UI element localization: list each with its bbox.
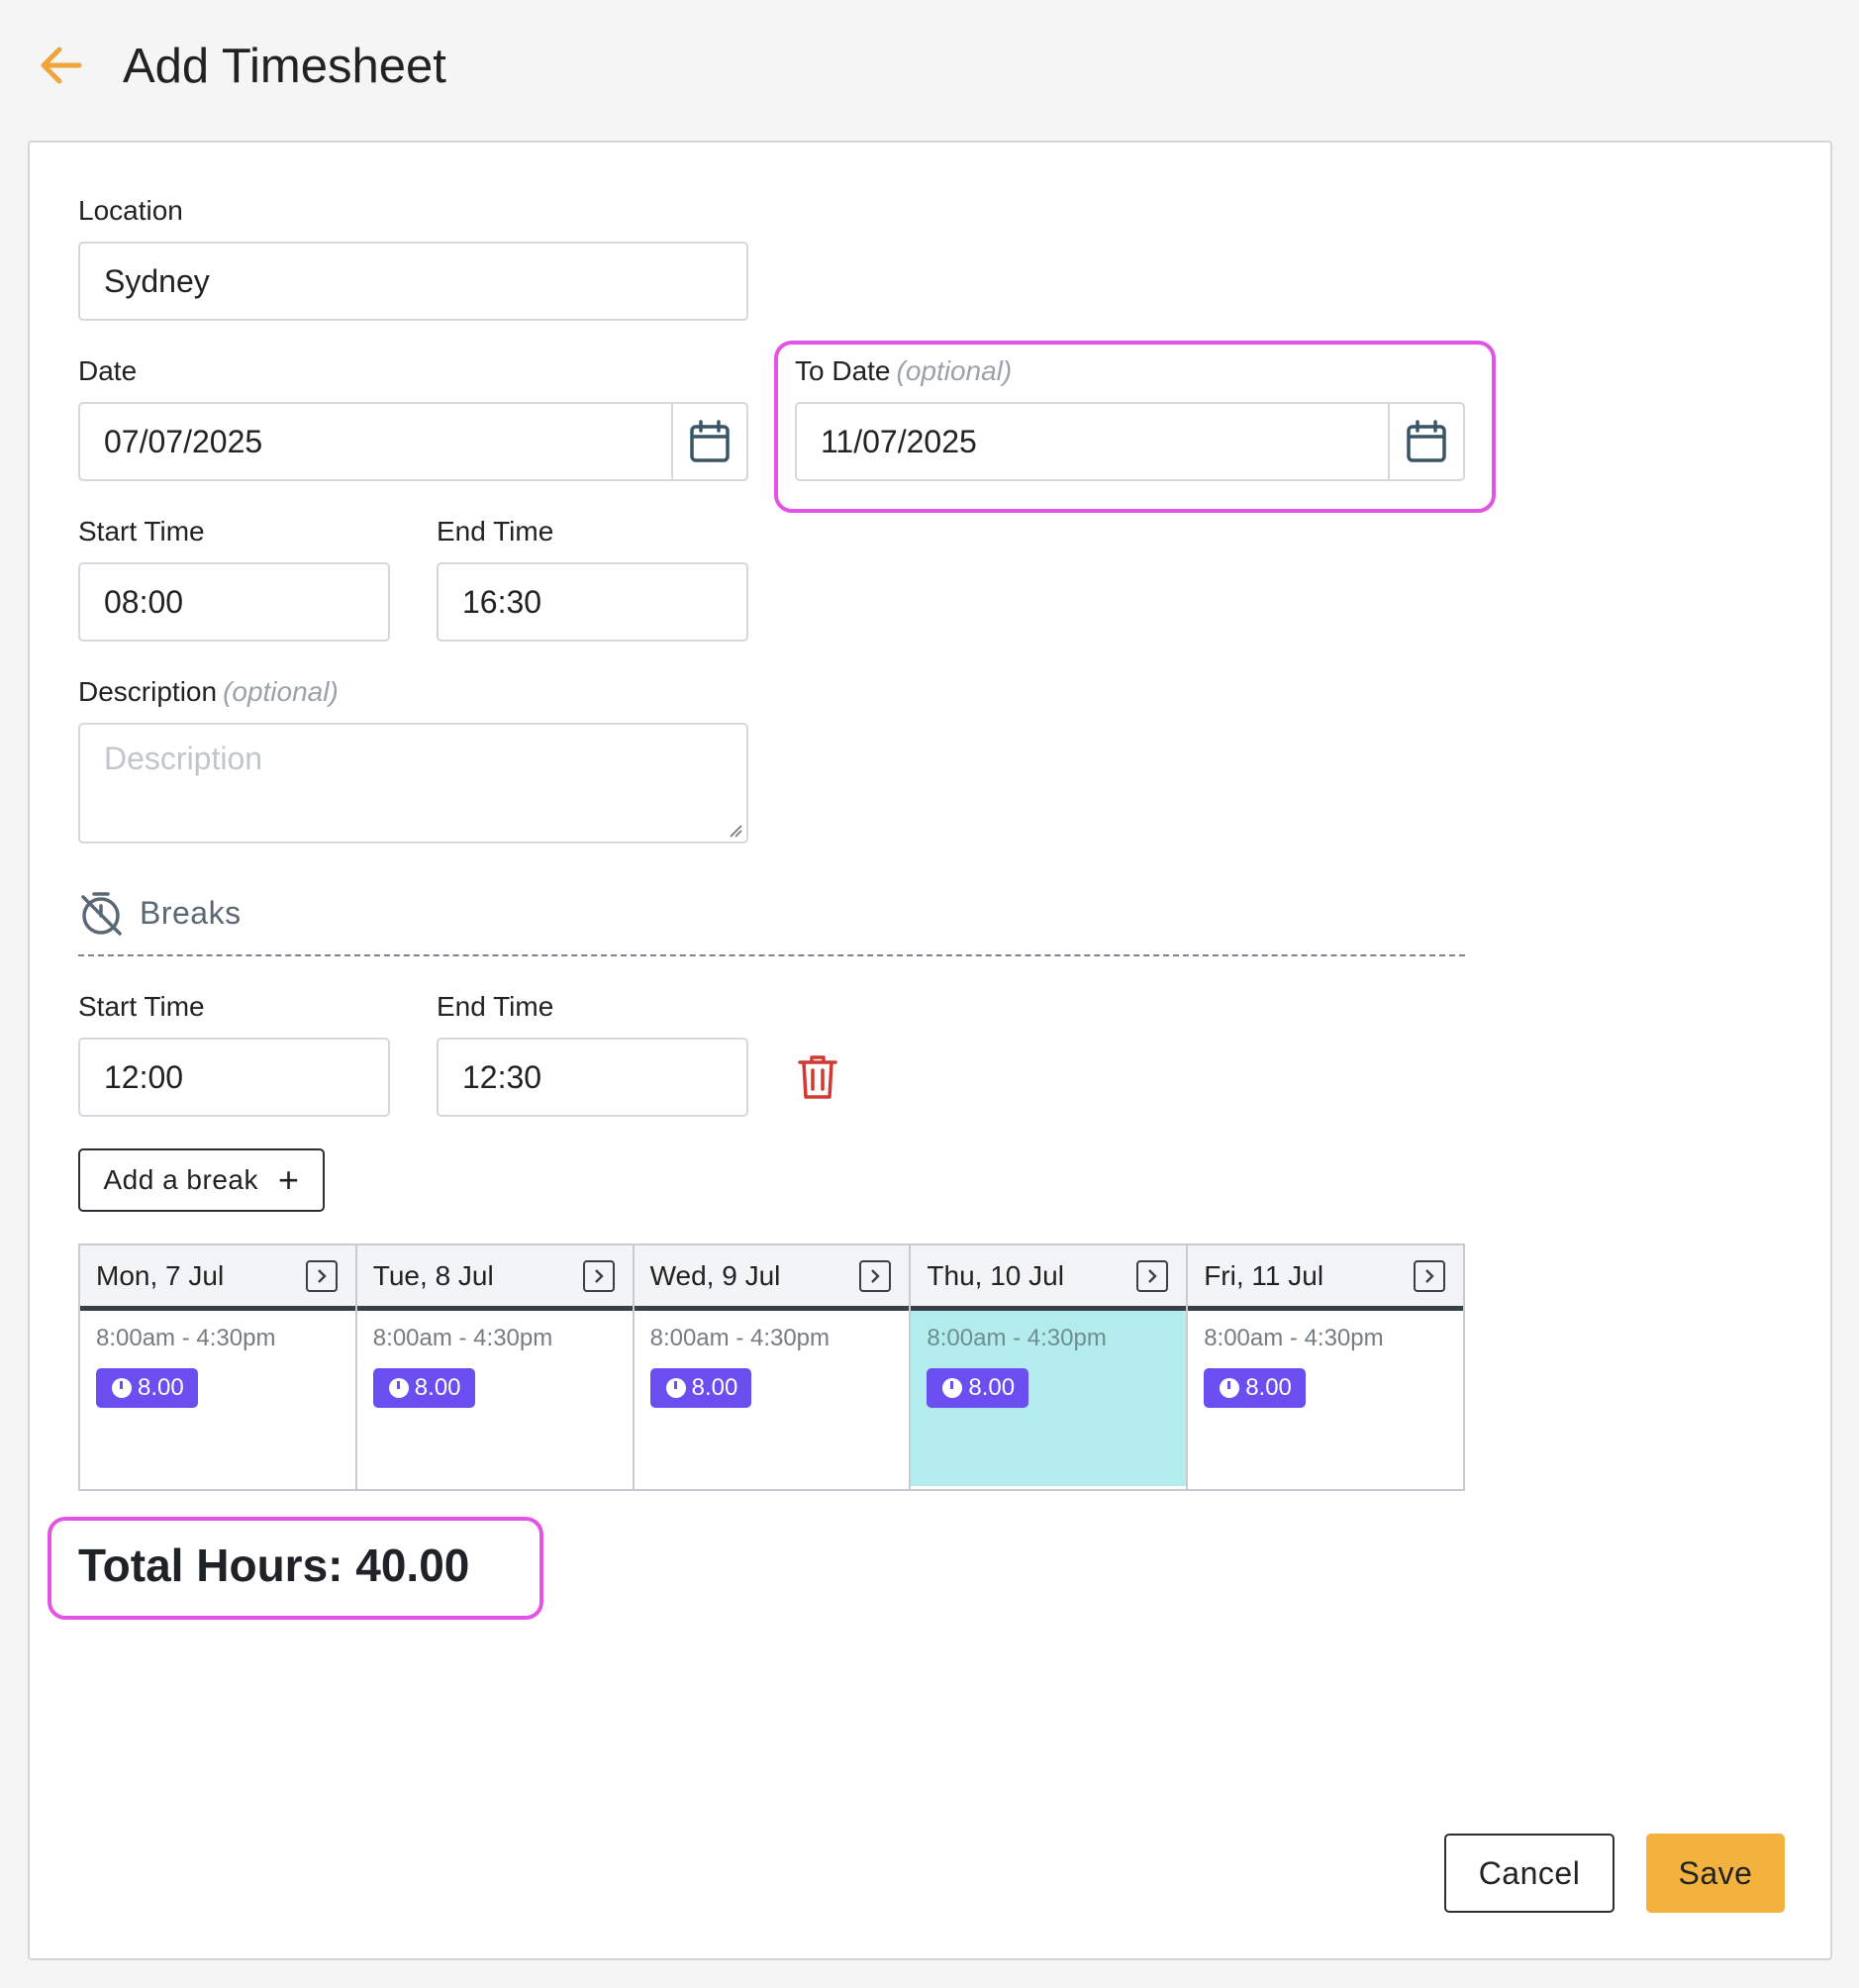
- clock-icon: [942, 1378, 963, 1398]
- to-date-field[interactable]: 11/07/2025: [795, 402, 1465, 481]
- breaks-title: Breaks: [140, 895, 242, 931]
- hours-value: 8.00: [414, 1374, 461, 1401]
- break-end-label: End Time: [437, 991, 554, 1022]
- description-optional: (optional): [223, 676, 339, 707]
- timer-off-icon: [81, 892, 122, 936]
- day-column[interactable]: Fri, 11 Jul 8:00am - 4:30pm 8.00: [1188, 1245, 1463, 1489]
- plus-icon: +: [277, 1159, 300, 1200]
- date-value: 07/07/2025: [104, 423, 263, 459]
- resize-handle-icon[interactable]: [729, 824, 742, 838]
- hours-value: 8.00: [138, 1374, 184, 1401]
- total-hours: Total Hours: 40.00: [78, 1540, 470, 1591]
- description-textarea[interactable]: Description: [78, 723, 748, 844]
- shift-time: 8:00am - 4:30pm: [1204, 1325, 1384, 1351]
- date-field[interactable]: 07/07/2025: [78, 402, 748, 481]
- add-break-label: Add a break: [103, 1164, 258, 1195]
- clock-icon: [112, 1378, 132, 1398]
- hours-value: 8.00: [1245, 1374, 1292, 1401]
- day-name: Thu, 10 Jul: [927, 1259, 1064, 1291]
- start-time-label: Start Time: [78, 516, 205, 547]
- day-name: Tue, 8 Jul: [372, 1259, 494, 1291]
- end-time-label: End Time: [437, 516, 554, 547]
- hours-badge[interactable]: 8.00: [96, 1368, 198, 1408]
- shift-time: 8:00am - 4:30pm: [372, 1325, 553, 1351]
- breaks-divider: [78, 954, 1465, 956]
- description-label-text: Description: [78, 676, 218, 707]
- clock-icon: [1220, 1378, 1240, 1398]
- to-date-label: To Date (optional): [795, 354, 1012, 388]
- hours-badge[interactable]: 8.00: [372, 1368, 475, 1408]
- calendar-icon: [1407, 420, 1446, 462]
- to-date-calendar-button[interactable]: [1388, 404, 1463, 479]
- chevron-right-icon[interactable]: [1413, 1259, 1445, 1292]
- week-calendar: Mon, 7 Jul 8:00am - 4:30pm 8.00 Tue, 8 J…: [78, 1243, 1465, 1491]
- chevron-right-icon[interactable]: [582, 1259, 615, 1292]
- hours-badge[interactable]: 8.00: [649, 1368, 752, 1408]
- break-end-field[interactable]: 12:30: [437, 1038, 748, 1117]
- cancel-button[interactable]: Cancel: [1444, 1834, 1614, 1913]
- chevron-right-icon[interactable]: [859, 1259, 892, 1292]
- hours-value: 8.00: [968, 1374, 1016, 1401]
- end-time-value: 16:30: [462, 583, 542, 620]
- shift-time: 8:00am - 4:30pm: [649, 1325, 831, 1351]
- start-time-field[interactable]: 08:00: [78, 562, 390, 642]
- calendar-icon: [690, 420, 730, 462]
- hours-value: 8.00: [691, 1374, 738, 1401]
- to-date-optional: (optional): [896, 355, 1013, 386]
- location-label: Location: [78, 195, 183, 226]
- clock-icon: [665, 1378, 686, 1398]
- arrow-left-icon[interactable]: [36, 40, 87, 91]
- day-column[interactable]: Tue, 8 Jul 8:00am - 4:30pm 8.00: [356, 1245, 635, 1489]
- chevron-right-icon[interactable]: [305, 1259, 338, 1292]
- chevron-right-icon[interactable]: [1136, 1259, 1169, 1292]
- save-button[interactable]: Save: [1646, 1834, 1785, 1913]
- timesheet-form-card: Location Sydney Date 07/07/2025 To Date(…: [28, 141, 1832, 1960]
- hours-badge[interactable]: 8.00: [1204, 1368, 1306, 1408]
- page-header: Add Timesheet: [0, 0, 1859, 139]
- break-start-value: 12:00: [104, 1058, 184, 1095]
- description-label: Description (optional): [78, 675, 339, 709]
- day-column[interactable]: Mon, 7 Jul 8:00am - 4:30pm 8.00: [80, 1245, 357, 1489]
- location-field[interactable]: Sydney: [78, 242, 748, 321]
- add-break-button[interactable]: Add a break +: [78, 1148, 325, 1212]
- day-name: Fri, 11 Jul: [1204, 1259, 1324, 1291]
- day-column[interactable]: Wed, 9 Jul 8:00am - 4:30pm 8.00: [634, 1245, 912, 1489]
- to-date-value: 11/07/2025: [821, 423, 977, 459]
- end-time-field[interactable]: 16:30: [437, 562, 748, 642]
- description-placeholder: Description: [104, 741, 263, 776]
- location-value: Sydney: [104, 262, 210, 299]
- break-start-label: Start Time: [78, 991, 205, 1022]
- date-calendar-button[interactable]: [671, 404, 746, 479]
- page-title: Add Timesheet: [123, 40, 446, 93]
- day-name: Mon, 7 Jul: [96, 1259, 225, 1291]
- day-name: Wed, 9 Jul: [649, 1259, 781, 1291]
- hours-badge[interactable]: 8.00: [927, 1368, 1029, 1408]
- start-time-value: 08:00: [104, 583, 184, 620]
- to-date-label-text: To Date: [795, 355, 891, 386]
- day-column-selected[interactable]: Thu, 10 Jul 8:00am - 4:30pm 8.00: [911, 1245, 1189, 1489]
- break-end-value: 12:30: [462, 1058, 542, 1095]
- clock-icon: [388, 1378, 409, 1398]
- date-label: Date: [78, 355, 138, 386]
- shift-time: 8:00am - 4:30pm: [96, 1325, 276, 1351]
- trash-icon[interactable]: [797, 1053, 838, 1101]
- shift-time: 8:00am - 4:30pm: [927, 1325, 1107, 1351]
- break-start-field[interactable]: 12:00: [78, 1038, 390, 1117]
